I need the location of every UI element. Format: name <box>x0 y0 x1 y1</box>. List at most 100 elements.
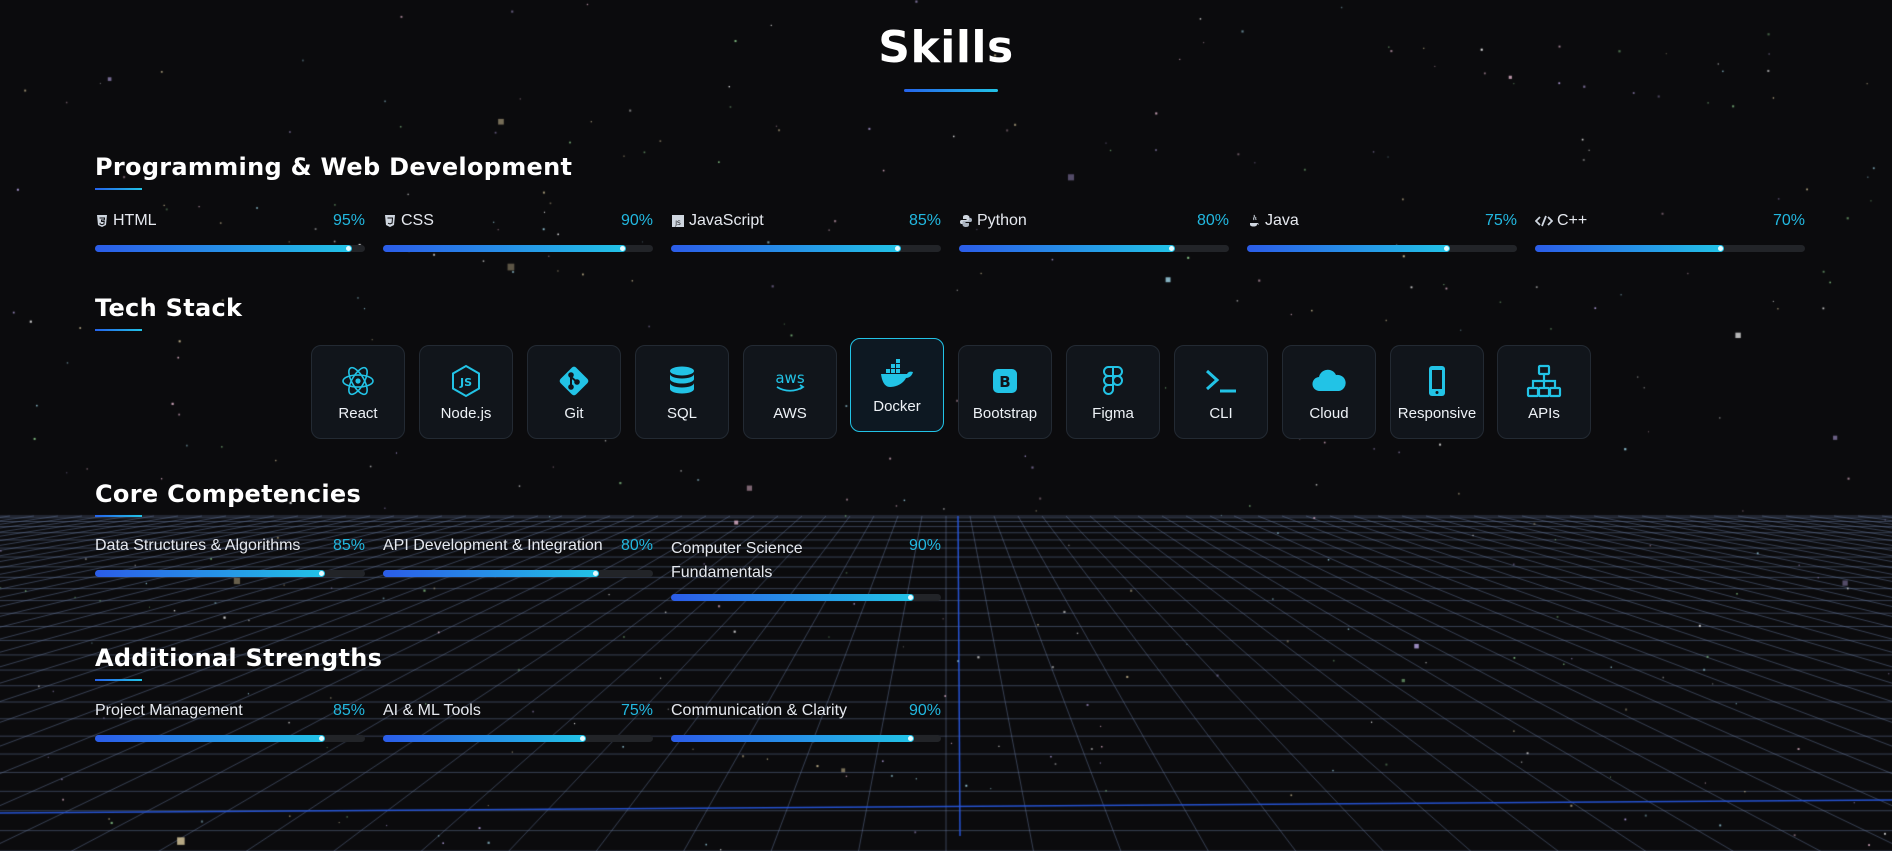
skill-percent: 80% <box>620 537 653 554</box>
network-icon <box>1526 364 1562 397</box>
section-underline <box>95 515 142 517</box>
section-underline <box>95 188 142 190</box>
skill-percent: 85% <box>332 702 365 719</box>
skill-progress-bar <box>1247 245 1517 252</box>
skill-percent: 90% <box>620 212 653 229</box>
tech-card-figma[interactable]: Figma <box>1066 345 1160 439</box>
skill-progress-fill <box>95 735 325 742</box>
tech-card-bootstrap[interactable]: B Bootstrap <box>958 345 1052 439</box>
tech-card-nodejs[interactable]: JS Node.js <box>419 345 513 439</box>
skill-name: C++ <box>1557 212 1588 229</box>
skill-progress-fill <box>383 245 626 252</box>
section-title-programming: Programming & Web Development <box>95 153 573 181</box>
skill-progress-fill <box>95 570 325 577</box>
skill-progress-bar <box>671 245 941 252</box>
skill-progress-fill <box>383 735 586 742</box>
competency-dsa: Data Structures & Algorithms 85% <box>95 537 365 577</box>
skill-name-line1: Computer Science <box>671 540 803 557</box>
bootstrap-icon: B <box>993 368 1017 393</box>
tech-card-cli[interactable]: CLI <box>1174 345 1268 439</box>
skill-progress-bar <box>383 245 653 252</box>
strength-project-management: Project Management 85% <box>95 702 365 742</box>
skill-progress-fill <box>959 245 1175 252</box>
section-title-additional-strengths: Additional Strengths <box>95 644 383 672</box>
skill-progress-bar <box>671 594 941 601</box>
terminal-icon <box>1205 369 1236 392</box>
skill-progress-fill <box>95 245 352 252</box>
tech-label: SQL <box>666 404 697 422</box>
figma-icon <box>1103 365 1123 395</box>
skill-name: Python <box>977 212 1027 229</box>
skill-cpp: C++ 70% <box>1535 212 1805 252</box>
html5-icon <box>97 215 107 227</box>
mobile-icon <box>1429 365 1445 396</box>
cloud-icon <box>1312 369 1346 391</box>
tech-label: CLI <box>1209 404 1233 422</box>
skill-name: JavaScript <box>689 212 764 229</box>
tech-card-responsive[interactable]: Responsive <box>1390 345 1484 439</box>
tech-card-docker[interactable]: Docker <box>850 338 944 432</box>
tech-label: Figma <box>1092 404 1134 422</box>
nodejs-icon: JS <box>452 364 480 397</box>
skill-progress-bar <box>671 735 941 742</box>
tech-card-react[interactable]: React <box>311 345 405 439</box>
tech-card-apis[interactable]: APIs <box>1497 345 1591 439</box>
skill-progress-fill <box>671 245 901 252</box>
svg-text:aws: aws <box>775 369 804 387</box>
aws-icon: aws <box>775 369 805 392</box>
skill-javascript: JS JavaScript 85% <box>671 212 941 252</box>
tech-label: Bootstrap <box>972 404 1038 422</box>
section-title-tech-stack: Tech Stack <box>95 294 243 322</box>
skill-progress-bar <box>95 570 365 577</box>
javascript-icon: JS <box>672 215 684 227</box>
skill-progress-fill <box>383 570 599 577</box>
tech-label: Cloud <box>1309 404 1349 422</box>
skill-percent: 85% <box>908 212 941 229</box>
tech-label: Git <box>564 404 584 422</box>
skill-css: CSS 90% <box>383 212 653 252</box>
tech-label: APIs <box>1528 404 1560 422</box>
strength-ai-ml-tools: AI & ML Tools 75% <box>383 702 653 742</box>
skill-progress-fill <box>1535 245 1724 252</box>
docker-icon <box>881 358 913 387</box>
java-icon <box>1250 214 1259 227</box>
tech-label: React <box>338 404 378 422</box>
tech-label: Docker <box>873 397 921 415</box>
skill-name: Computer Science Fundamentals <box>671 537 803 585</box>
tech-card-sql[interactable]: SQL <box>635 345 729 439</box>
skill-name: HTML <box>113 212 157 229</box>
skill-name: Java <box>1265 212 1299 229</box>
skill-java: Java 75% <box>1247 212 1517 252</box>
tech-label: Node.js <box>440 404 492 422</box>
skill-name-line2: Fundamentals <box>671 564 773 581</box>
skill-progress-bar <box>383 735 653 742</box>
skill-progress-fill <box>671 594 914 601</box>
skill-percent: 70% <box>1772 212 1805 229</box>
skill-percent: 90% <box>908 702 941 719</box>
skill-percent: 85% <box>332 537 365 554</box>
git-icon <box>559 366 589 395</box>
tech-card-aws[interactable]: aws AWS <box>743 345 837 439</box>
skill-name: API Development & Integration <box>383 537 603 554</box>
skill-percent: 75% <box>620 702 653 719</box>
skill-percent: 95% <box>332 212 365 229</box>
competency-api-development: API Development & Integration 80% <box>383 537 653 577</box>
svg-text:B: B <box>999 373 1010 391</box>
skill-progress-bar <box>1535 245 1805 252</box>
skill-name: Project Management <box>95 702 243 719</box>
tech-label: AWS <box>773 404 807 422</box>
skill-progress-bar <box>95 735 365 742</box>
skill-name: Data Structures & Algorithms <box>95 537 301 554</box>
skill-progress-bar <box>959 245 1229 252</box>
skill-name: Communication & Clarity <box>671 702 848 719</box>
skill-percent: 90% <box>908 537 941 554</box>
skill-name: AI & ML Tools <box>383 702 481 719</box>
skill-html: HTML 95% <box>95 212 365 252</box>
react-icon <box>342 366 374 395</box>
tech-card-git[interactable]: Git <box>527 345 621 439</box>
title-underline <box>904 89 998 92</box>
skill-progress-bar <box>95 245 365 252</box>
tech-card-cloud[interactable]: Cloud <box>1282 345 1376 439</box>
skill-progress-fill <box>1247 245 1450 252</box>
skill-progress-fill <box>671 735 914 742</box>
